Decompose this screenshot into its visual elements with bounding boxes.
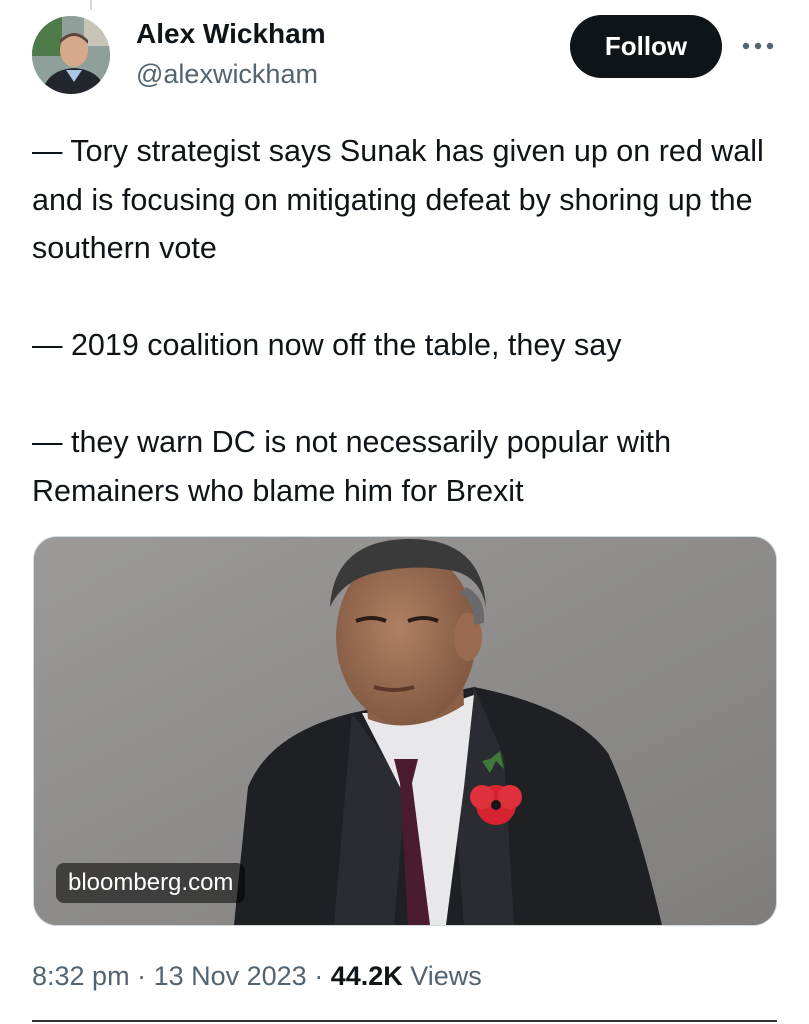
more-options-button[interactable]: [736, 26, 780, 66]
views-label: Views: [410, 961, 482, 991]
tweet-meta: 8:32 pm · 13 Nov 2023 · 44.2K Views: [32, 958, 482, 994]
thread-connector-line: [90, 0, 92, 10]
author-handle[interactable]: @alexwickham: [136, 56, 318, 92]
meta-separator: ·: [129, 961, 154, 991]
link-preview-card[interactable]: bloomberg.com: [33, 536, 777, 926]
more-horizontal-icon: [742, 42, 774, 50]
tweet-paragraph-3: — they warn DC is not necessarily popula…: [32, 425, 672, 508]
author-display-name[interactable]: Alex Wickham: [136, 16, 326, 52]
tweet-time[interactable]: 8:32 pm: [32, 961, 130, 991]
views-count: 44.2K: [330, 961, 403, 991]
link-domain-badge: bloomberg.com: [56, 863, 246, 903]
meta-separator: ·: [306, 961, 331, 991]
bottom-divider: [32, 1020, 777, 1022]
avatar-photo: [32, 16, 110, 94]
avatar[interactable]: [32, 16, 110, 94]
tweet-paragraph-2: — 2019 coalition now off the table, they…: [32, 328, 622, 362]
follow-button[interactable]: Follow: [570, 15, 722, 78]
tweet-date[interactable]: 13 Nov 2023: [154, 961, 307, 991]
tweet-paragraph-1: — Tory strategist says Sunak has given u…: [32, 134, 764, 265]
tweet-text: — Tory strategist says Sunak has given u…: [32, 127, 782, 515]
